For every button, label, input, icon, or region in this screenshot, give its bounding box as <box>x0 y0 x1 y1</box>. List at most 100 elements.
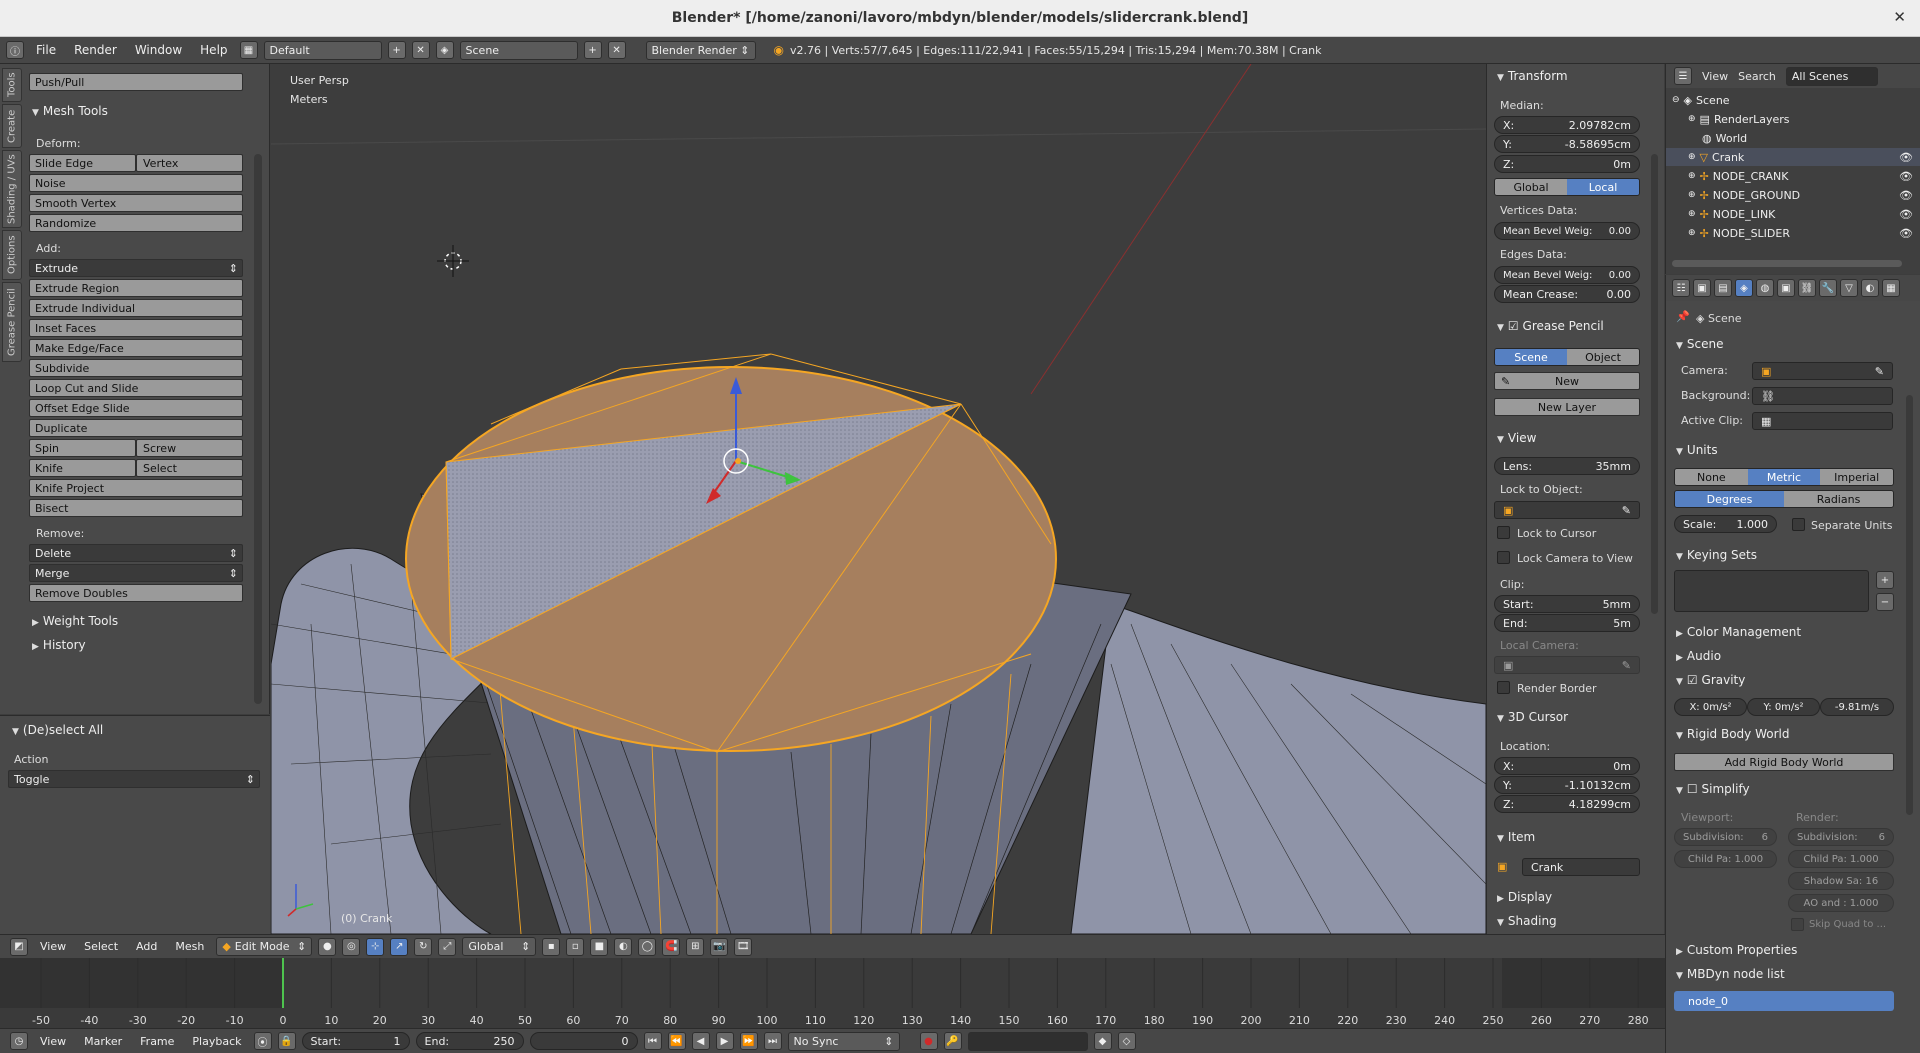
opengl-animation-icon[interactable]: 🎞 <box>734 937 753 956</box>
bisect-button[interactable]: Bisect <box>29 499 243 517</box>
timeline[interactable]: -50 -40 -30 -20 -10 0 10 20 30 40 50 60 70 80 90 100 110… <box>0 958 1665 1028</box>
gp-object-button[interactable]: Object <box>1567 349 1639 365</box>
units-metric-button[interactable]: Metric <box>1747 469 1821 485</box>
push-pull-button[interactable]: Push/Pull <box>29 73 243 91</box>
menu-file[interactable]: File <box>30 43 62 57</box>
add-scene-icon[interactable]: + <box>583 41 602 59</box>
opengl-render-icon[interactable]: 📷 <box>710 937 729 956</box>
color-management-header[interactable]: ▶ Color Management <box>1676 625 1801 639</box>
camera-field[interactable]: ▣ ✎ <box>1752 362 1893 380</box>
constraints-tab-icon[interactable]: ⛓ <box>1798 279 1816 297</box>
render-tab-icon[interactable]: ▣ <box>1693 279 1711 297</box>
spin-button[interactable]: Spin <box>29 439 136 457</box>
record-icon[interactable]: ● <box>919 1032 938 1050</box>
scene-icon[interactable]: ◈ <box>435 41 454 59</box>
play-reverse-icon[interactable]: ◀ <box>691 1032 710 1050</box>
tl-menu-view[interactable]: View <box>34 1035 72 1048</box>
close-icon[interactable]: ✕ <box>1893 8 1906 26</box>
outliner-search-menu[interactable]: Search <box>1738 70 1776 83</box>
expand-icon[interactable]: ⊕ <box>1688 152 1696 162</box>
mean-bevel-vertex-field[interactable]: Mean Bevel Weig: 0.00 <box>1494 222 1640 240</box>
insert-keyframe-icon[interactable]: ◆ <box>1093 1032 1112 1050</box>
transform-header[interactable]: ▼ Transform <box>1497 69 1568 83</box>
unit-system-toggle[interactable]: None Metric Imperial <box>1674 468 1894 486</box>
texture-tab-icon[interactable]: ▦ <box>1882 279 1900 297</box>
scene-tab-icon[interactable]: ◈ <box>1735 279 1753 297</box>
expand-icon[interactable]: ⊕ <box>1688 209 1696 219</box>
render-engine-selector[interactable]: Blender Render ⇕ <box>645 40 756 60</box>
mean-bevel-edge-field[interactable]: Mean Bevel Weig: 0.00 <box>1494 266 1640 284</box>
npanel-scrollbar[interactable] <box>1651 154 1658 614</box>
lock-cursor-checkbox[interactable] <box>1497 526 1510 539</box>
data-tab-icon[interactable]: ▽ <box>1840 279 1858 297</box>
outliner-row-scene[interactable]: ⊖ ◈ Scene <box>1666 91 1920 109</box>
remove-doubles-button[interactable]: Remove Doubles <box>29 584 243 602</box>
item-header[interactable]: ▼ Item <box>1497 830 1535 844</box>
cursor-x-field[interactable]: X: 0m <box>1494 757 1640 775</box>
viewport-canvas[interactable] <box>271 64 1486 934</box>
eyedropper-icon[interactable]: ✎ <box>1875 365 1884 378</box>
pin-icon[interactable]: 📌 <box>1676 310 1690 323</box>
visibility-eye-icon[interactable]: 👁 <box>1899 227 1913 240</box>
median-y-field[interactable]: Y: -8.58695cm <box>1494 135 1640 153</box>
mean-crease-field[interactable]: Mean Crease: 0.00 <box>1494 285 1640 303</box>
lock-object-field[interactable]: ▣ ✎ <box>1494 501 1640 519</box>
3d-menu-view[interactable]: View <box>34 940 72 953</box>
checkbox-checked-icon[interactable]: ☑ <box>1687 673 1698 687</box>
properties-editor-icon[interactable]: ☷ <box>1672 279 1690 297</box>
noise-button[interactable]: Noise <box>29 174 243 192</box>
gravity-z-field[interactable]: -9.81m/s <box>1820 698 1894 716</box>
mbdyn-node-list-header[interactable]: ▼ MBDyn node list <box>1676 967 1785 981</box>
units-imperial-button[interactable]: Imperial <box>1820 469 1893 485</box>
delete-dropdown[interactable]: Delete ⇕ <box>29 544 243 562</box>
vertex-button[interactable]: Vertex <box>136 154 243 172</box>
radians-button[interactable]: Radians <box>1784 491 1893 507</box>
collapse-icon[interactable]: ⊖ <box>1672 95 1680 105</box>
gp-source-toggle[interactable]: Scene Object <box>1494 348 1640 366</box>
modifiers-tab-icon[interactable]: 🔧 <box>1819 279 1837 297</box>
active-keying-set-field[interactable] <box>967 1031 1088 1051</box>
snap-icon[interactable]: 🧲 <box>662 937 681 956</box>
remove-layout-icon[interactable]: ✕ <box>411 41 430 59</box>
inset-faces-button[interactable]: Inset Faces <box>29 319 243 337</box>
gp-scene-button[interactable]: Scene <box>1495 349 1567 365</box>
grease-pencil-header[interactable]: ▼ ☑ Grease Pencil <box>1497 319 1604 333</box>
simplify-header[interactable]: ▼ ☐ Simplify <box>1676 782 1750 796</box>
info-editor-icon[interactable]: ⓘ <box>6 41 24 59</box>
menu-window[interactable]: Window <box>129 43 188 57</box>
view-header[interactable]: ▼ View <box>1497 431 1536 445</box>
world-tab-icon[interactable]: ◍ <box>1756 279 1774 297</box>
preview-range-icon[interactable]: ⦿ <box>253 1032 272 1050</box>
lock-camera-checkbox[interactable] <box>1497 551 1510 564</box>
rigid-body-world-header[interactable]: ▼ Rigid Body World <box>1676 727 1789 741</box>
scene-selector[interactable]: Scene <box>459 40 578 60</box>
mbdyn-node-row[interactable]: node_0 <box>1674 991 1894 1011</box>
outliner-row-crank[interactable]: ⊕ ▽ Crank 👁 <box>1666 148 1920 166</box>
background-field[interactable]: ⛓ <box>1752 387 1893 405</box>
play-icon[interactable]: ▶ <box>715 1032 734 1050</box>
slide-edge-button[interactable]: Slide Edge <box>29 154 136 172</box>
outliner-row-node-slider[interactable]: ⊕ ✢ NODE_SLIDER 👁 <box>1666 224 1920 242</box>
gravity-x-field[interactable]: X: 0m/s² <box>1674 698 1747 716</box>
3d-cursor-icon[interactable] <box>437 245 469 277</box>
visibility-eye-icon[interactable]: 👁 <box>1899 170 1913 183</box>
start-frame-field[interactable]: Start: 1 <box>301 1032 410 1050</box>
prev-keyframe-icon[interactable]: ⏪ <box>667 1032 686 1050</box>
outliner-row-node-link[interactable]: ⊕ ✢ NODE_LINK 👁 <box>1666 205 1920 223</box>
face-select-icon[interactable]: ■ <box>590 937 609 956</box>
timeline-canvas[interactable]: -50 -40 -30 -20 -10 0 10 20 30 40 50 60 70 80 90 100 110… <box>0 958 1665 1028</box>
offset-edge-slide-button[interactable]: Offset Edge Slide <box>29 399 243 417</box>
mesh-tools-header[interactable]: ▼ Mesh Tools <box>32 104 108 118</box>
end-frame-field[interactable]: End: 250 <box>415 1032 524 1050</box>
duplicate-button[interactable]: Duplicate <box>29 419 243 437</box>
rotation-units-toggle[interactable]: Degrees Radians <box>1674 490 1894 508</box>
3d-menu-select[interactable]: Select <box>78 940 124 953</box>
gp-new-layer-button[interactable]: New Layer <box>1494 398 1640 416</box>
extrude-region-button[interactable]: Extrude Region <box>29 279 243 297</box>
proportional-edit-icon[interactable]: ◯ <box>638 937 657 956</box>
gravity-header[interactable]: ▼ ☑ Gravity <box>1676 673 1745 687</box>
keying-sets-list[interactable] <box>1674 570 1869 612</box>
global-local-toggle[interactable]: Global Local <box>1494 178 1640 196</box>
knife-button[interactable]: Knife <box>29 459 136 477</box>
display-header[interactable]: ▶ Display <box>1497 890 1552 904</box>
